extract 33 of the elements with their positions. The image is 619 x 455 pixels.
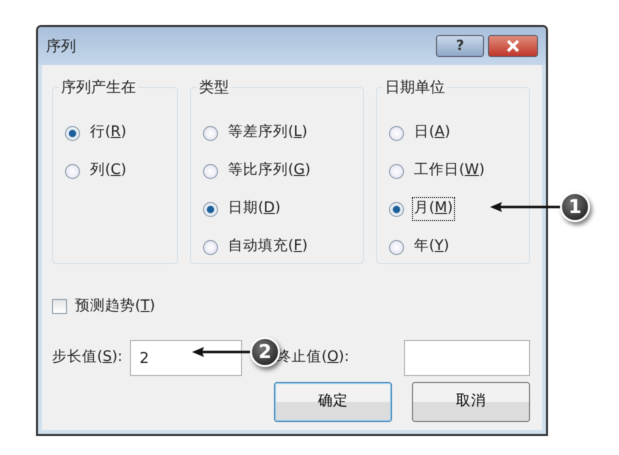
help-button[interactable]: ? — [436, 35, 484, 57]
field-label: 步长值(S): — [52, 348, 122, 367]
radio-label: 等比序列(G) — [227, 161, 312, 180]
window-title: 序列 — [46, 36, 76, 57]
radio-button[interactable] — [203, 240, 218, 254]
radio-label: 行(R) — [89, 123, 128, 142]
radio-button[interactable] — [203, 202, 218, 216]
radio-label: 列(C) — [89, 161, 128, 180]
arrow — [190, 346, 252, 358]
input-field[interactable] — [404, 340, 530, 376]
radio-label: 日(A) — [413, 123, 452, 142]
radio-label: 工作日(W) — [413, 161, 486, 180]
radio-button[interactable] — [65, 126, 80, 140]
checkbox[interactable] — [52, 299, 67, 314]
radio-button[interactable] — [389, 202, 404, 216]
close-button[interactable] — [488, 35, 538, 57]
radio-label: 日期(D) — [227, 199, 282, 218]
cancel-button[interactable]: 取消 — [412, 382, 530, 422]
radio-label: 年(Y) — [413, 237, 450, 256]
radio-button[interactable] — [389, 164, 404, 178]
radio-button[interactable] — [389, 240, 404, 254]
radio-label: 月(M) — [412, 197, 455, 221]
radio-button[interactable] — [389, 126, 404, 140]
close-icon — [506, 40, 520, 52]
radio-button[interactable] — [203, 126, 218, 140]
radio-button[interactable] — [203, 164, 218, 178]
checkbox-label: 预测趋势(T) — [75, 297, 156, 316]
radio-button[interactable] — [65, 164, 80, 178]
input-field[interactable]: 2 — [130, 340, 242, 376]
callout-badge: 1 — [560, 192, 590, 222]
radio-label: 等差序列(L) — [227, 123, 308, 142]
ok-button[interactable]: 确定 — [274, 382, 392, 422]
radio-label: 自动填充(F) — [227, 236, 309, 256]
